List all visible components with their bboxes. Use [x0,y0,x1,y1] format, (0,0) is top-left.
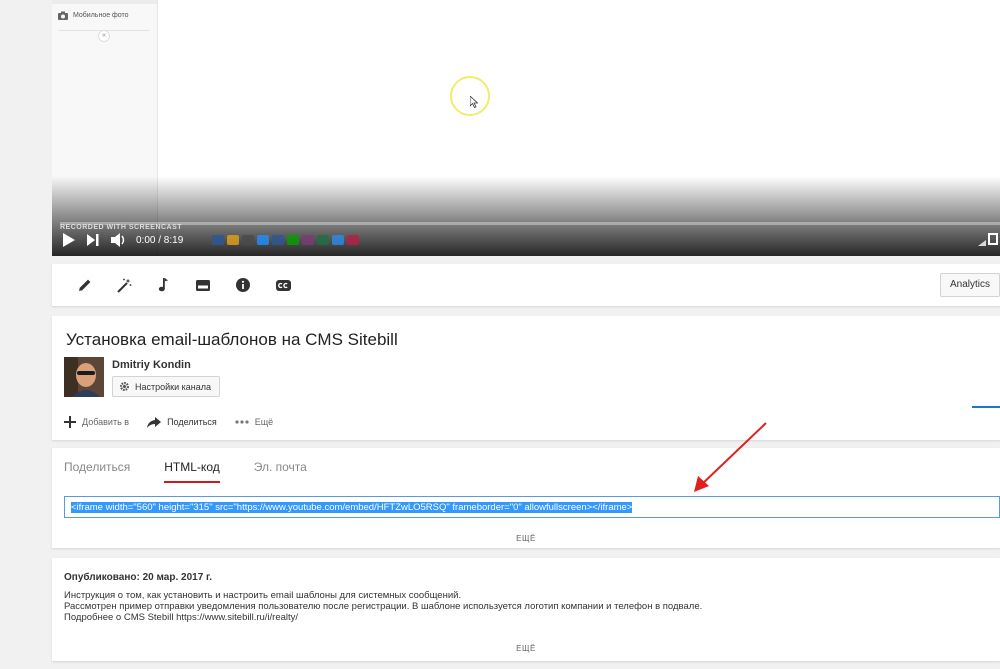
volume-button[interactable] [108,229,130,251]
magic-wand-icon [116,278,131,293]
next-button[interactable] [82,229,104,251]
sidebar-item-label: Мобильное фото [73,12,129,19]
share-button[interactable]: Поделиться [147,416,217,428]
video-edit-toolbar: Analytics [52,264,1000,306]
channel-settings-button[interactable]: Настройки канала [112,376,221,397]
cards-button[interactable] [234,276,252,294]
like-bar [972,406,1000,408]
edit-button[interactable] [76,276,94,294]
play-icon [63,233,75,247]
share-more-button[interactable]: ЕЩЁ [52,534,1000,543]
avatar-photo [64,357,104,397]
skip-next-icon [87,234,99,246]
play-button[interactable] [58,229,80,251]
progress-bar[interactable] [60,222,1000,225]
add-to-button[interactable]: Добавить в [64,416,129,428]
gear-icon [119,381,130,392]
tab-share[interactable]: Поделиться [64,460,130,483]
publish-date: Опубликовано: 20 мар. 2017 г. [64,572,212,583]
description-line: Подробнее о CMS Stebill https://www.site… [64,612,299,623]
more-actions-button[interactable]: Ещё [235,417,273,427]
pencil-icon [79,279,91,291]
cc-icon [275,279,291,291]
embed-code-selection: <iframe width="560" height="315" src="ht… [71,502,633,513]
video-info-card: Установка email-шаблонов на CMS Sitebill… [52,316,1000,440]
plus-icon [64,416,76,428]
info-icon [236,278,250,292]
collapse-icon: « [98,30,110,42]
analytics-button[interactable]: Analytics [940,273,1000,297]
end-screen-button[interactable] [194,276,212,294]
subtitles-button[interactable] [274,276,292,294]
sidebar-item-mobile-photo: Мобильное фото [58,11,129,20]
description-line: Рассмотрен пример отправки уведомления п… [64,601,703,612]
more-dots-icon [235,420,249,424]
audio-button[interactable] [154,276,172,294]
time-display: 0:00 / 8:19 [136,234,184,246]
more-actions-label: Ещё [254,417,274,427]
tab-email[interactable]: Эл. почта [254,460,307,483]
camera-icon [58,11,68,20]
sidebar-top-line [52,0,157,4]
embed-code-input[interactable]: <iframe width="560" height="315" src="ht… [64,496,1000,518]
share-panel: Поделиться HTML-код Эл. почта <iframe wi… [52,448,1000,548]
share-label: Поделиться [167,417,217,427]
player-controls: 0:00 / 8:19 [52,229,1000,251]
description-card: Опубликовано: 20 мар. 2017 г. Инструкция… [52,558,1000,661]
video-actions: Добавить в Поделиться Ещё [64,416,273,428]
tab-html-code[interactable]: HTML-код [164,460,220,483]
share-arrow-icon [147,416,162,428]
description-more-button[interactable]: ЕЩЁ [52,644,1000,653]
share-tabs: Поделиться HTML-код Эл. почта [64,460,341,483]
channel-settings-label: Настройки канала [135,381,212,392]
description-line: Инструкция о том, как установить и настр… [64,590,462,601]
music-note-icon [158,278,168,292]
add-to-label: Добавить в [82,417,130,427]
description-text: Инструкция о том, как установить и настр… [64,590,702,623]
video-player[interactable]: Мобильное фото « RECORDED WITH SCREENCAS… [52,0,1000,256]
volume-icon [111,233,125,247]
channel-name[interactable]: Dmitriy Kondin [112,359,191,371]
video-title: Установка email-шаблонов на CMS Sitebill [66,330,398,349]
mouse-cursor-icon [470,96,478,108]
avatar[interactable] [64,357,104,397]
enhancements-button[interactable] [115,276,133,294]
card-icon [196,279,210,291]
fullscreen-icon[interactable] [988,233,998,245]
resize-corner-icon [978,240,986,246]
annotation-arrow-icon [694,422,767,492]
